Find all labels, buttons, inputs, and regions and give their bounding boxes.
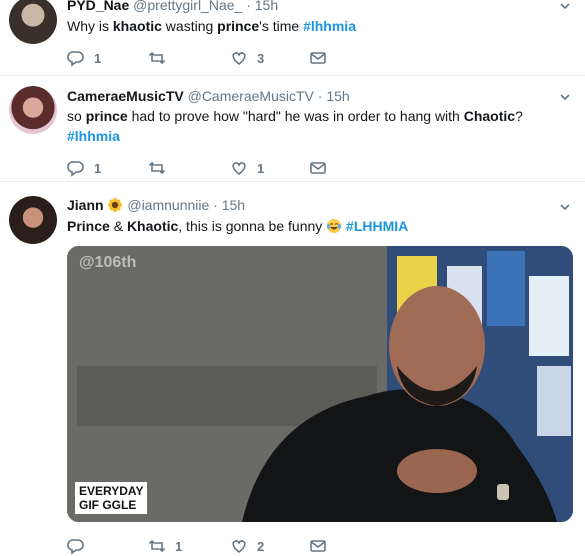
tweet-1[interactable]: PYD_Nae @prettygirl_Nae_ · 15h Why is kh…: [0, 0, 585, 75]
heart-icon: [232, 162, 246, 175]
retweet-button[interactable]: [148, 158, 175, 178]
retweet-icon: [148, 51, 166, 65]
reply-button[interactable]: [67, 536, 94, 556]
logo-line-1: EVERYDAY: [79, 484, 144, 498]
gif-media[interactable]: @106th EVERYDAY GIF GGLE: [67, 246, 573, 522]
hashtag-link[interactable]: #LHHMIA: [346, 218, 408, 234]
gif-still-image: [67, 246, 573, 522]
chevron-down-icon[interactable]: [559, 201, 571, 213]
avatar[interactable]: [9, 0, 57, 44]
display-name[interactable]: Jiann: [67, 197, 104, 213]
reply-count: 1: [94, 50, 102, 66]
tweet-actions: 1 2: [67, 536, 367, 556]
reply-button[interactable]: 1: [67, 48, 101, 68]
tweet-text: Why is khaotic wasting prince's time #lh…: [67, 18, 356, 34]
tweet-text: Prince & Khaotic, this is gonna be funny…: [67, 218, 409, 234]
reply-icon: [67, 51, 84, 67]
heart-icon: [232, 540, 246, 553]
like-count: 3: [257, 50, 265, 66]
avatar[interactable]: [9, 196, 57, 244]
like-button[interactable]: 3: [230, 48, 264, 68]
avatar[interactable]: [9, 86, 57, 134]
user-handle[interactable]: @iamnunniie: [127, 197, 209, 213]
tweet-text: so prince had to prove how "hard" he was…: [67, 108, 523, 144]
tweet-actions: 1 3: [67, 48, 367, 68]
sunflower-icon: [108, 197, 123, 213]
tweet-header: CameraeMusicTV @CameraeMusicTV · 15h: [67, 88, 350, 104]
retweet-icon: [148, 539, 166, 553]
tears-of-joy-icon: [327, 219, 342, 233]
reply-icon: [67, 539, 84, 555]
envelope-icon: [310, 540, 326, 552]
reply-button[interactable]: 1: [67, 158, 101, 178]
chevron-down-icon[interactable]: [559, 91, 571, 103]
hashtag-link[interactable]: #lhhmia: [67, 128, 120, 144]
tweet-2[interactable]: CameraeMusicTV @CameraeMusicTV · 15h so …: [0, 76, 585, 181]
separator-dot: ·: [317, 88, 323, 104]
watermark-label: @106th: [79, 254, 137, 271]
message-button[interactable]: [309, 158, 327, 178]
like-count: 1: [257, 160, 265, 176]
like-count: 2: [257, 538, 265, 554]
message-button[interactable]: [309, 48, 327, 68]
separator-dot: ·: [246, 0, 251, 13]
chevron-down-icon[interactable]: [559, 0, 571, 12]
tweet-actions: 1 1: [67, 158, 367, 178]
heart-icon: [232, 52, 246, 65]
display-name[interactable]: CameraeMusicTV: [67, 88, 184, 104]
retweet-button[interactable]: [148, 48, 175, 68]
reply-count: 1: [94, 160, 102, 176]
like-button[interactable]: 2: [230, 536, 264, 556]
timestamp[interactable]: 15h: [255, 0, 278, 13]
separator-dot: ·: [213, 197, 218, 213]
display-name[interactable]: PYD_Nae: [67, 0, 129, 13]
like-button[interactable]: 1: [230, 158, 264, 178]
message-button[interactable]: [309, 536, 327, 556]
retweet-button[interactable]: 1: [148, 536, 182, 556]
timestamp[interactable]: 15h: [326, 88, 349, 104]
envelope-icon: [310, 52, 326, 64]
user-handle[interactable]: @CameraeMusicTV: [188, 88, 314, 104]
everyday-giggle-logo: EVERYDAY GIF GGLE: [75, 482, 148, 514]
logo-line-2: GIF GGLE: [79, 498, 137, 512]
envelope-icon: [310, 162, 326, 174]
retweet-count: 1: [175, 538, 183, 554]
reply-icon: [67, 161, 84, 177]
tweet-header: PYD_Nae @prettygirl_Nae_ · 15h: [67, 0, 278, 13]
hashtag-link[interactable]: #lhhmia: [303, 18, 356, 34]
retweet-icon: [148, 161, 166, 175]
user-handle[interactable]: @prettygirl_Nae_: [133, 0, 242, 13]
timestamp[interactable]: 15h: [222, 197, 245, 213]
tweet-3[interactable]: Jiann @iamnunniie · 15h Prince & Khaotic…: [0, 182, 585, 556]
tweet-header: Jiann @iamnunniie · 15h: [67, 197, 245, 213]
